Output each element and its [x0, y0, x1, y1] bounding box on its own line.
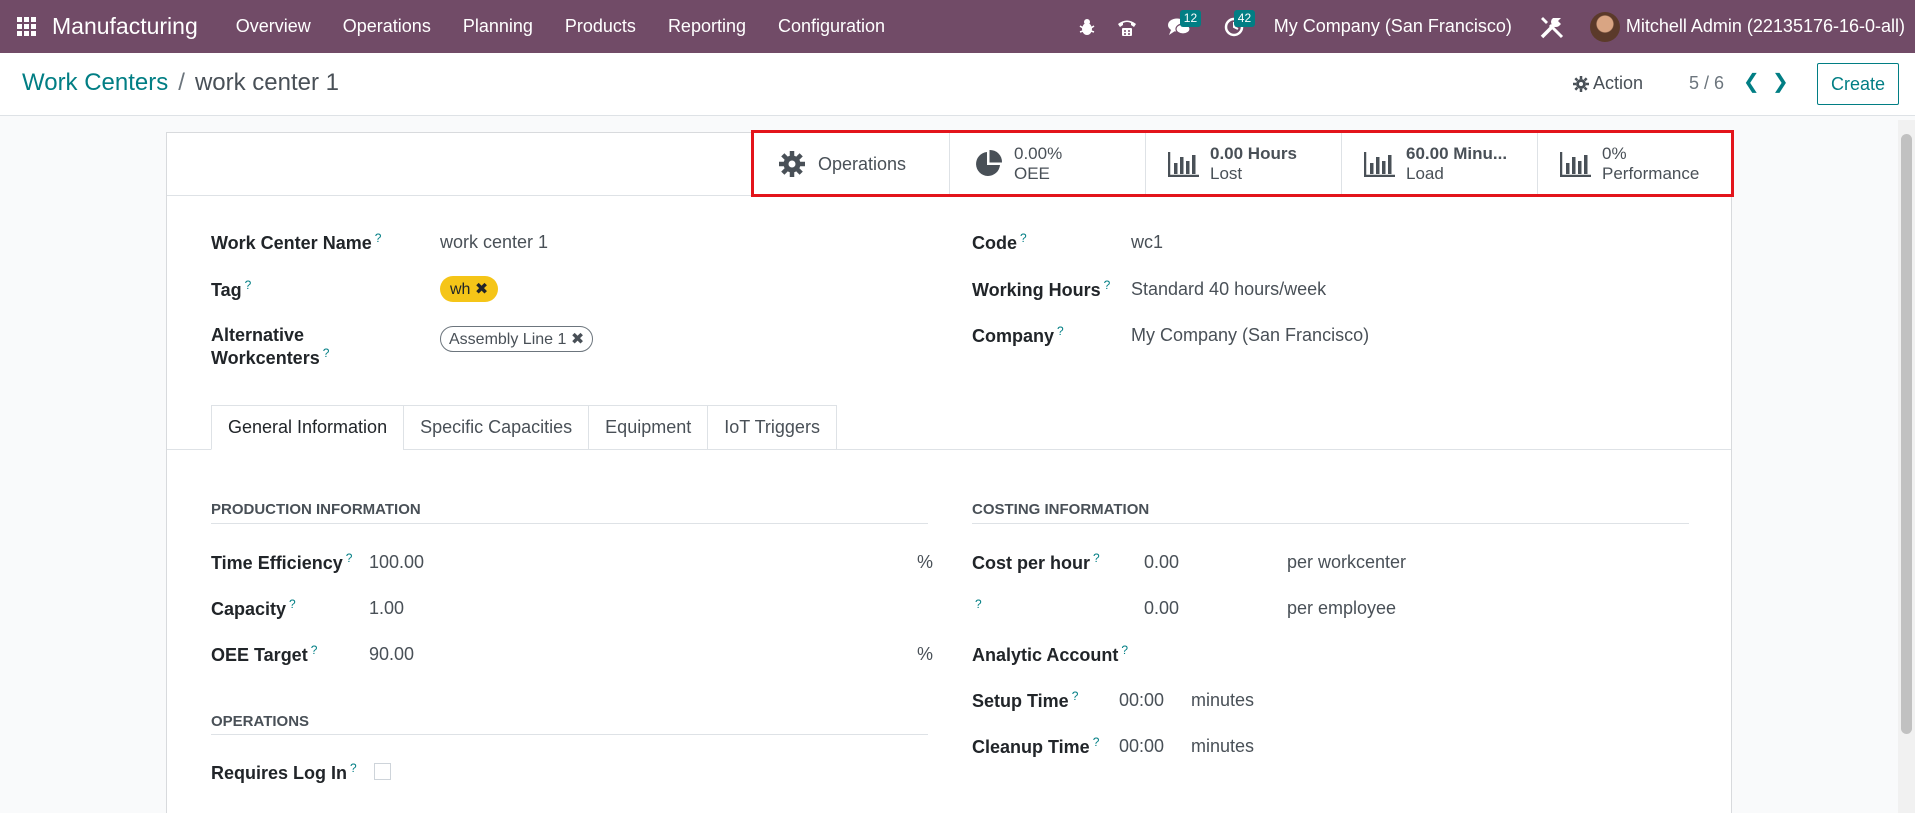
- oee-target-unit: %: [917, 644, 934, 664]
- scrollbar-thumb[interactable]: [1901, 134, 1912, 734]
- menu-products[interactable]: Products: [549, 16, 652, 37]
- requires-login-label: Requires Log In?: [211, 761, 357, 783]
- action-button[interactable]: Action: [1573, 73, 1643, 94]
- alternative-workcenter-badge[interactable]: Assembly Line 1 ✖: [440, 326, 594, 352]
- tag-badge[interactable]: wh ✖: [440, 276, 499, 302]
- notebook-tabs: General Information Specific Capacities …: [211, 405, 837, 450]
- debug-tools-icon[interactable]: [1538, 0, 1566, 53]
- company-switcher[interactable]: My Company (San Francisco): [1274, 16, 1512, 37]
- form-sheet: Operations 0.00% OEE 0.00 Hours Lost 60.…: [166, 130, 1734, 813]
- time-efficiency-unit: %: [917, 552, 934, 572]
- bug-icon[interactable]: [1070, 0, 1104, 53]
- breadcrumb: Work Centers / work center 1: [22, 69, 339, 97]
- cost-per-workcenter-unit: per workcenter: [1287, 552, 1407, 572]
- setup-time-field[interactable]: 00:00: [1119, 690, 1164, 711]
- tab-equipment[interactable]: Equipment: [588, 405, 709, 450]
- pager-previous-icon[interactable]: ❮: [1743, 69, 1760, 94]
- breadcrumb-separator: /: [178, 69, 185, 96]
- chat-icon[interactable]: 12: [1150, 0, 1208, 53]
- production-information-title: PRODUCTION INFORMATION: [211, 501, 421, 518]
- pager-next-icon[interactable]: ❯: [1772, 69, 1789, 94]
- user-avatar[interactable]: [1589, 11, 1620, 42]
- messages-badge: 12: [1179, 10, 1202, 27]
- cost-per-hour-field[interactable]: 0.00: [1144, 552, 1179, 573]
- clock-icon[interactable]: 42: [1208, 0, 1260, 53]
- code-field[interactable]: wc1: [1131, 232, 1163, 253]
- cleanup-time-unit: minutes: [1191, 736, 1255, 756]
- phone-icon[interactable]: [1104, 0, 1150, 53]
- remove-tag-icon[interactable]: ✖: [571, 331, 584, 348]
- oee-target-label: OEE Target?: [211, 643, 318, 665]
- operations-title: OPERATIONS: [211, 713, 310, 730]
- tab-general-information[interactable]: General Information: [211, 405, 405, 450]
- working-hours-label: Working Hours?: [972, 278, 1111, 300]
- working-hours-field[interactable]: Standard 40 hours/week: [1131, 279, 1326, 300]
- company-field[interactable]: My Company (San Francisco): [1131, 325, 1369, 346]
- menu-configuration[interactable]: Configuration: [762, 16, 901, 37]
- analytic-account-label: Analytic Account?: [972, 643, 1129, 665]
- menu-reporting[interactable]: Reporting: [652, 16, 762, 37]
- apps-menu-icon[interactable]: [17, 16, 37, 37]
- breadcrumb-current: work center 1: [194, 69, 339, 96]
- activities-badge: 42: [1233, 10, 1256, 27]
- app-name[interactable]: Manufacturing: [52, 13, 198, 40]
- cost-per-employee-unit: per employee: [1287, 598, 1397, 618]
- time-efficiency-field[interactable]: 100.00: [369, 552, 424, 573]
- alternative-workcenters-label: Alternative Workcenters?: [211, 325, 330, 368]
- oee-target-field[interactable]: 90.00: [369, 644, 414, 665]
- gear-icon: [1573, 75, 1589, 92]
- user-menu[interactable]: Mitchell Admin (22135176-16-0-all): [1626, 16, 1905, 37]
- requires-login-checkbox[interactable]: [374, 763, 391, 780]
- breadcrumb-work-centers[interactable]: Work Centers: [22, 69, 168, 96]
- employee-cost-label: ?: [975, 597, 982, 611]
- work-center-name-label: Work Center Name?: [211, 231, 382, 253]
- cleanup-time-label: Cleanup Time?: [972, 735, 1100, 757]
- cleanup-time-field[interactable]: 00:00: [1119, 736, 1164, 757]
- tab-iot-triggers[interactable]: IoT Triggers: [707, 405, 837, 450]
- page-scrollbar[interactable]: [1898, 120, 1915, 813]
- menu-operations[interactable]: Operations: [327, 16, 447, 37]
- costing-information-title: COSTING INFORMATION: [972, 501, 1150, 518]
- tab-specific-capacities[interactable]: Specific Capacities: [403, 405, 590, 450]
- company-label: Company?: [972, 324, 1064, 346]
- code-label: Code?: [972, 231, 1027, 253]
- remove-tag-icon[interactable]: ✖: [475, 281, 488, 298]
- menu-planning[interactable]: Planning: [447, 16, 549, 37]
- cost-per-hour-label: Cost per hour?: [972, 551, 1100, 573]
- capacity-label: Capacity?: [211, 597, 296, 619]
- employee-cost-field[interactable]: 0.00: [1144, 598, 1179, 619]
- time-efficiency-label: Time Efficiency?: [211, 551, 353, 573]
- menu-overview[interactable]: Overview: [220, 16, 327, 37]
- create-button[interactable]: Create: [1817, 63, 1899, 105]
- work-center-name-field[interactable]: work center 1: [440, 232, 548, 253]
- tag-label: Tag?: [211, 278, 252, 300]
- section-divider: [972, 523, 1689, 524]
- action-label: Action: [1593, 73, 1644, 93]
- pager-value[interactable]: 5 / 6: [1689, 73, 1724, 94]
- top-navbar: Manufacturing Overview Operations Planni…: [0, 0, 1915, 53]
- smart-button-box: Operations 0.00% OEE 0.00 Hours Lost 60.…: [167, 130, 1734, 197]
- section-divider: [211, 734, 928, 735]
- setup-time-label: Setup Time?: [972, 689, 1079, 711]
- section-divider: [211, 523, 928, 524]
- highlight-box: [751, 130, 1734, 197]
- setup-time-unit: minutes: [1191, 690, 1255, 710]
- control-panel: Work Centers / work center 1 Action 5 / 6 …: [0, 53, 1915, 116]
- capacity-field[interactable]: 1.00: [369, 598, 404, 619]
